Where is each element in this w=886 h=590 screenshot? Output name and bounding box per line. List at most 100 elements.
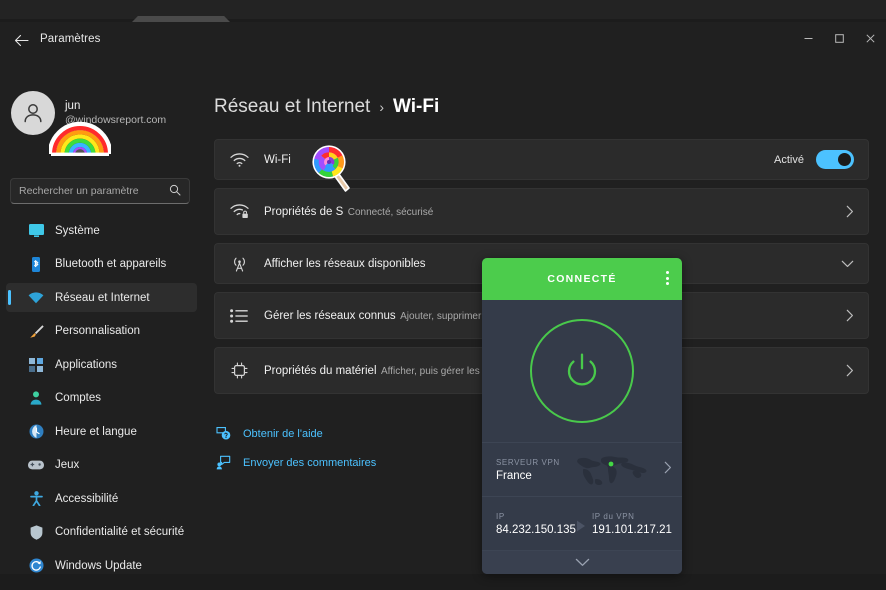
link-obtenir-de-laide[interactable]: Obtenir de l'aide	[216, 423, 376, 444]
window-body: jun @windowsreport.com Rechercher un par…	[0, 58, 886, 574]
chevron-right-icon[interactable]	[846, 309, 854, 322]
world-map-icon	[577, 456, 647, 485]
maximize-button[interactable]	[824, 22, 855, 54]
settings-row-proprietes-reseau[interactable]: Propriétés de S Connecté, sécurisé	[214, 188, 869, 235]
sidebar-item-systeme[interactable]: Système	[6, 216, 197, 245]
sidebar-item-comptes[interactable]: Comptes	[6, 384, 197, 413]
sidebar-nav: Système Bluetooth et appareils Réseau et…	[6, 216, 197, 574]
chevron-right-icon[interactable]	[846, 205, 854, 218]
row-title: Propriétés de S	[264, 206, 344, 219]
sidebar-label: Réseau et Internet	[55, 291, 150, 304]
chevron-right-icon[interactable]	[846, 364, 854, 377]
title-bar: Paramètres	[0, 22, 886, 58]
account-block[interactable]: jun @windowsreport.com	[11, 91, 166, 135]
row-title: Gérer les réseaux connus	[264, 310, 396, 323]
link-envoyer-des-commentaires[interactable]: Envoyer des commentaires	[216, 452, 376, 473]
wifi-lock-icon	[229, 202, 249, 222]
close-button[interactable]	[855, 22, 886, 54]
search-glyph	[169, 184, 181, 195]
vpn-server-text: SERVEUR VPN France	[496, 458, 560, 482]
sidebar-item-heure-et-langue[interactable]: Heure et langue	[6, 417, 197, 446]
sidebar-label: Applications	[55, 358, 118, 371]
clock-globe-icon	[28, 424, 44, 440]
chevron-down-icon	[575, 558, 589, 566]
vpn-status-label: CONNECTÉ	[547, 273, 617, 285]
chevron-right-icon[interactable]	[664, 461, 672, 479]
help-question-icon	[216, 426, 234, 441]
vpn-status-header: CONNECTÉ	[482, 258, 682, 300]
row-text: Propriétés de S Connecté, sécurisé	[264, 201, 846, 222]
accessibility-icon	[28, 491, 44, 507]
sidebar-item-accessibilite[interactable]: Accessibilité	[6, 484, 197, 513]
apps-icon	[28, 357, 44, 373]
sidebar-item-reseau-et-internet[interactable]: Réseau et Internet	[6, 283, 197, 312]
sidebar-label: Comptes	[55, 392, 102, 404]
window-title: Paramètres	[40, 33, 101, 45]
vpn-widget[interactable]: CONNECTÉ SERVEUR VPN France IP 84.232.15…	[482, 258, 682, 574]
wifi-toggle[interactable]	[816, 150, 854, 169]
maximize-icon	[835, 33, 844, 43]
minimize-icon	[804, 37, 813, 39]
arrow-right-icon	[576, 519, 586, 537]
sidebar-label: Bluetooth et appareils	[55, 258, 167, 270]
sidebar-item-confidentialite-et-securite[interactable]: Confidentialité et sécurité	[6, 518, 197, 547]
vpn-server-value: France	[496, 469, 532, 482]
link-label: Envoyer des commentaires	[243, 456, 377, 469]
row-title: Propriétés du matériel	[264, 365, 377, 378]
row-control: Activé	[774, 150, 854, 169]
bluetooth-icon	[28, 256, 44, 272]
vpn-server-row[interactable]: SERVEUR VPN France	[482, 442, 682, 496]
toggle-knob	[838, 153, 851, 166]
account-name: jun	[65, 100, 81, 113]
vpn-expand-bar[interactable]	[482, 550, 682, 574]
search-box[interactable]	[10, 178, 190, 204]
sidebar-label: Personnalisation	[55, 325, 141, 337]
search-input[interactable]	[19, 185, 165, 197]
sidebar-item-windows-update[interactable]: Windows Update	[6, 551, 197, 574]
sidebar-item-personnalisation[interactable]: Personnalisation	[6, 317, 197, 346]
vpn-power-area	[482, 300, 682, 442]
vpn-ip-label: IP	[496, 511, 505, 521]
feedback-icon	[216, 455, 234, 470]
paintbrush-icon	[28, 323, 44, 339]
list-icon	[229, 306, 249, 326]
vpn-ip-vpn-value: 191.101.217.21	[591, 523, 672, 536]
row-subtitle: Connecté, sécurisé	[347, 207, 434, 219]
page-title: Wi-Fi	[393, 96, 440, 117]
sidebar-item-applications[interactable]: Applications	[6, 350, 197, 379]
vpn-power-button[interactable]	[530, 319, 634, 423]
link-label: Obtenir de l'aide	[243, 427, 323, 440]
power-button-icon	[567, 353, 597, 386]
vpn-ip-row: IP 84.232.150.135 IP du VPN 191.101.217.…	[482, 496, 682, 550]
breadcrumb-root[interactable]: Réseau et Internet	[214, 96, 370, 118]
lollipop-cursor-icon	[312, 145, 350, 192]
sidebar-label: Jeux	[55, 459, 80, 471]
minimize-button[interactable]	[793, 22, 824, 54]
help-links: Obtenir de l'aide Envoyer des commentair…	[216, 423, 376, 481]
sidebar-label: Système	[55, 224, 100, 237]
back-button[interactable]	[8, 28, 34, 52]
shield-icon	[28, 524, 44, 540]
kebab-menu-icon[interactable]	[666, 271, 669, 285]
system-icon	[28, 223, 44, 239]
breadcrumb-separator: ›	[379, 99, 384, 115]
screen: Paramètres jun @windowsreport.com Recher…	[0, 0, 886, 590]
gamepad-icon	[28, 457, 44, 473]
sidebar: jun @windowsreport.com Rechercher un par…	[0, 58, 203, 574]
antenna-tower-icon	[229, 254, 249, 274]
sidebar-label: Heure et langue	[55, 425, 137, 438]
vpn-ip-original: IP 84.232.150.135	[496, 512, 576, 536]
desktop-bottom-strip	[0, 573, 886, 590]
breadcrumb: Réseau et Internet › Wi-Fi	[214, 96, 439, 118]
sidebar-item-jeux[interactable]: Jeux	[6, 451, 197, 480]
sidebar-label: Confidentialité et sécurité	[55, 526, 185, 538]
sidebar-label: Windows Update	[55, 559, 142, 572]
person-avatar-icon	[24, 104, 42, 123]
vpn-ip-masked: IP du VPN 191.101.217.21	[592, 512, 672, 536]
desktop-top-strip	[0, 0, 886, 19]
toggle-state-label: Activé	[774, 153, 804, 166]
chevron-down-icon[interactable]	[841, 260, 854, 268]
sidebar-item-bluetooth[interactable]: Bluetooth et appareils	[6, 250, 197, 279]
vpn-ip-vpn-label: IP du VPN	[591, 511, 635, 521]
accounts-icon	[28, 390, 44, 406]
